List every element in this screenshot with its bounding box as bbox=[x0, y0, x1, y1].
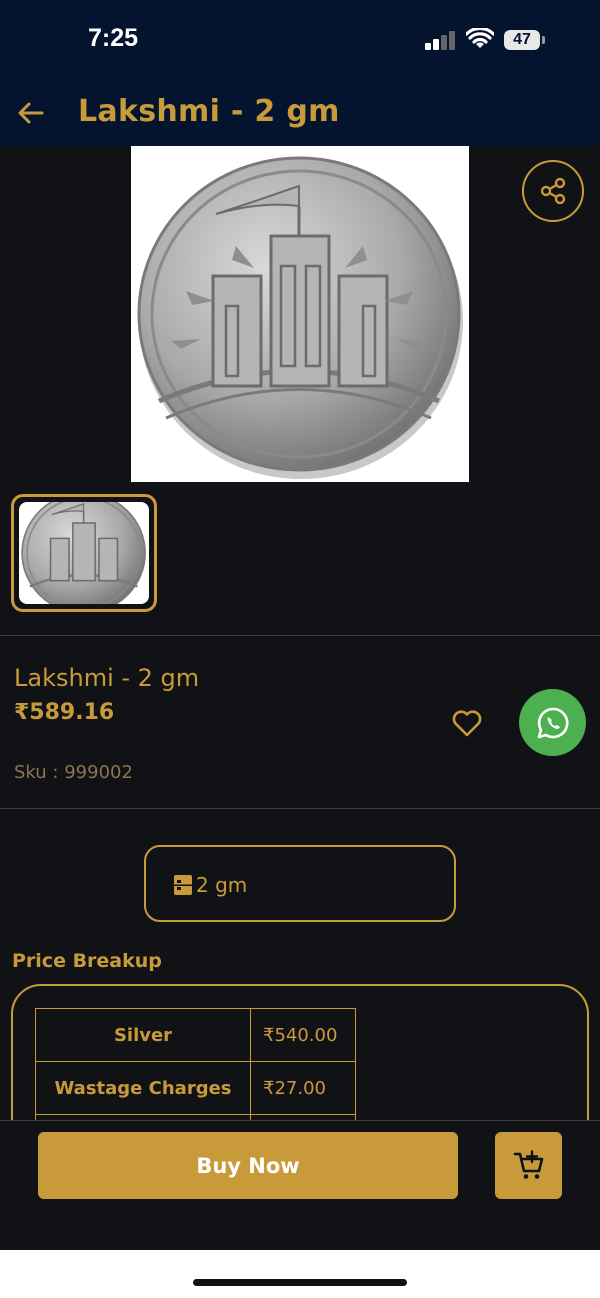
product-main-image[interactable] bbox=[131, 146, 469, 482]
breakup-label: Silver bbox=[35, 1008, 251, 1062]
thumbnail-image bbox=[19, 502, 149, 604]
divider bbox=[0, 635, 600, 636]
heart-icon[interactable] bbox=[451, 708, 483, 738]
wifi-icon bbox=[466, 28, 494, 48]
arrow-left-icon[interactable] bbox=[16, 98, 46, 128]
table-row: Silver ₹540.00 bbox=[35, 1008, 356, 1062]
add-to-cart-icon bbox=[513, 1149, 543, 1179]
app-bar: Lakshmi - 2 gm bbox=[0, 84, 600, 146]
buy-now-button[interactable]: Buy Now bbox=[38, 1132, 458, 1199]
battery-indicator: 47 bbox=[504, 30, 540, 50]
battery-cap bbox=[542, 36, 545, 44]
cellular-signal-icon bbox=[425, 30, 457, 50]
coin-illustration bbox=[137, 156, 463, 479]
divider bbox=[0, 808, 600, 809]
status-time: 7:25 bbox=[88, 24, 139, 52]
home-indicator[interactable] bbox=[193, 1279, 407, 1286]
status-bar: 7:25 47 bbox=[0, 0, 600, 84]
share-button[interactable] bbox=[522, 160, 584, 222]
share-icon bbox=[540, 177, 566, 205]
product-thumbnail[interactable] bbox=[11, 494, 157, 612]
price-breakup-title: Price Breakup bbox=[12, 950, 162, 972]
breakup-label: Wastage Charges bbox=[35, 1061, 251, 1115]
table-row: Wastage Charges ₹27.00 bbox=[35, 1061, 356, 1115]
variant-weight-selector[interactable]: 2 gm bbox=[144, 845, 456, 922]
page-title: Lakshmi - 2 gm bbox=[78, 94, 340, 129]
breakup-value: ₹540.00 bbox=[250, 1008, 356, 1062]
breakup-value: ₹27.00 bbox=[250, 1061, 356, 1115]
product-name: Lakshmi - 2 gm bbox=[14, 664, 200, 692]
whatsapp-button[interactable] bbox=[519, 689, 586, 756]
product-sku: Sku : 999002 bbox=[14, 762, 133, 783]
add-to-cart-button[interactable] bbox=[495, 1132, 562, 1199]
whatsapp-icon bbox=[537, 707, 568, 738]
variant-label: 2 gm bbox=[196, 873, 248, 897]
product-price: ₹589.16 bbox=[14, 700, 115, 725]
home-indicator-area bbox=[0, 1250, 600, 1298]
weight-icon bbox=[174, 875, 192, 895]
coin-thumbnail-illustration bbox=[21, 502, 146, 604]
